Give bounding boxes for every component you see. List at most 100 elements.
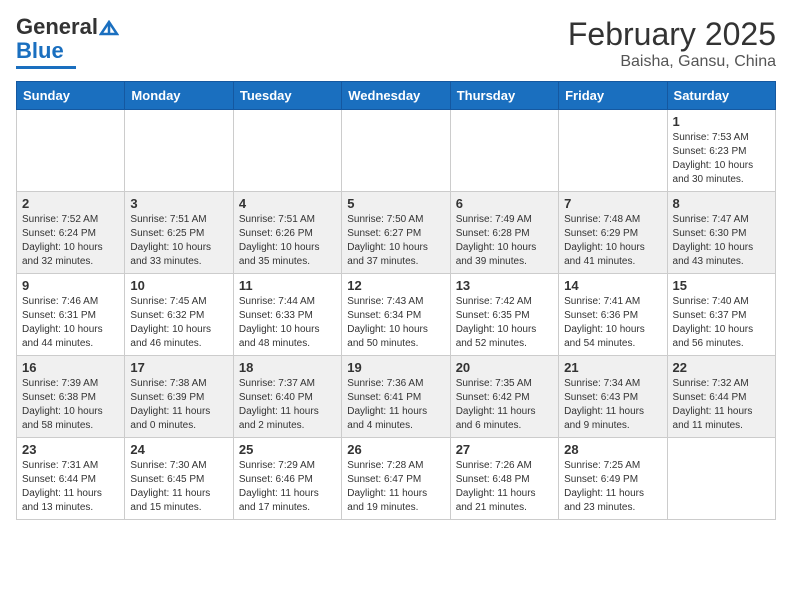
- day-number: 5: [347, 196, 444, 211]
- day-info: Sunrise: 7:45 AM Sunset: 6:32 PM Dayligh…: [130, 295, 227, 351]
- day-info: Sunrise: 7:39 AM Sunset: 6:38 PM Dayligh…: [22, 377, 119, 433]
- calendar-cell: 18 Sunrise: 7:37 AM Sunset: 6:40 PM Dayli…: [233, 356, 341, 438]
- calendar-cell: 11 Sunrise: 7:44 AM Sunset: 6:33 PM Dayli…: [233, 274, 341, 356]
- day-number: 14: [564, 278, 661, 293]
- calendar-cell: 8 Sunrise: 7:47 AM Sunset: 6:30 PM Daylig…: [667, 192, 775, 274]
- calendar-cell: 16 Sunrise: 7:39 AM Sunset: 6:38 PM Dayli…: [17, 356, 125, 438]
- day-number: 20: [456, 360, 553, 375]
- calendar-cell: 12 Sunrise: 7:43 AM Sunset: 6:34 PM Dayli…: [342, 274, 450, 356]
- day-info: Sunrise: 7:26 AM Sunset: 6:48 PM Dayligh…: [456, 459, 553, 515]
- calendar-cell: 5 Sunrise: 7:50 AM Sunset: 6:27 PM Daylig…: [342, 192, 450, 274]
- calendar-cell: 13 Sunrise: 7:42 AM Sunset: 6:35 PM Dayli…: [450, 274, 558, 356]
- calendar-cell: 17 Sunrise: 7:38 AM Sunset: 6:39 PM Dayli…: [125, 356, 233, 438]
- weekday-header-monday: Monday: [125, 82, 233, 110]
- day-info: Sunrise: 7:38 AM Sunset: 6:39 PM Dayligh…: [130, 377, 227, 433]
- logo-blue: Blue: [16, 38, 64, 63]
- day-info: Sunrise: 7:51 AM Sunset: 6:25 PM Dayligh…: [130, 213, 227, 269]
- logo-general: General: [16, 14, 98, 39]
- day-info: Sunrise: 7:52 AM Sunset: 6:24 PM Dayligh…: [22, 213, 119, 269]
- day-number: 8: [673, 196, 770, 211]
- weekday-header-thursday: Thursday: [450, 82, 558, 110]
- day-number: 16: [22, 360, 119, 375]
- week-row-5: 23 Sunrise: 7:31 AM Sunset: 6:44 PM Dayli…: [17, 438, 776, 520]
- day-number: 17: [130, 360, 227, 375]
- calendar-cell: 20 Sunrise: 7:35 AM Sunset: 6:42 PM Dayli…: [450, 356, 558, 438]
- calendar-cell: [342, 110, 450, 192]
- day-number: 7: [564, 196, 661, 211]
- page-header: General Blue February 2025 Baisha, Gansu…: [16, 16, 776, 71]
- calendar-cell: 25Sunrise: 7:29 AM Sunset: 6:46 PM Dayli…: [233, 438, 341, 520]
- day-number: 1: [673, 114, 770, 129]
- weekday-header-tuesday: Tuesday: [233, 82, 341, 110]
- calendar-cell: 3 Sunrise: 7:51 AM Sunset: 6:25 PM Daylig…: [125, 192, 233, 274]
- day-number: 15: [673, 278, 770, 293]
- day-info: Sunrise: 7:37 AM Sunset: 6:40 PM Dayligh…: [239, 377, 336, 433]
- calendar-cell: 28Sunrise: 7:25 AM Sunset: 6:49 PM Dayli…: [559, 438, 667, 520]
- calendar-cell: 19Sunrise: 7:36 AM Sunset: 6:41 PM Dayli…: [342, 356, 450, 438]
- calendar-cell: 9Sunrise: 7:46 AM Sunset: 6:31 PM Daylig…: [17, 274, 125, 356]
- calendar-cell: 23 Sunrise: 7:31 AM Sunset: 6:44 PM Dayli…: [17, 438, 125, 520]
- week-row-2: 2Sunrise: 7:52 AM Sunset: 6:24 PM Daylig…: [17, 192, 776, 274]
- calendar-title: February 2025: [568, 16, 776, 53]
- day-number: 27: [456, 442, 553, 457]
- day-number: 13: [456, 278, 553, 293]
- calendar-cell: 15 Sunrise: 7:40 AM Sunset: 6:37 PM Dayli…: [667, 274, 775, 356]
- calendar-cell: 14 Sunrise: 7:41 AM Sunset: 6:36 PM Dayli…: [559, 274, 667, 356]
- day-number: 4: [239, 196, 336, 211]
- day-number: 24: [130, 442, 227, 457]
- day-number: 3: [130, 196, 227, 211]
- day-info: Sunrise: 7:44 AM Sunset: 6:33 PM Dayligh…: [239, 295, 336, 351]
- day-info: Sunrise: 7:32 AM Sunset: 6:44 PM Dayligh…: [673, 377, 770, 433]
- day-info: Sunrise: 7:40 AM Sunset: 6:37 PM Dayligh…: [673, 295, 770, 351]
- day-info: Sunrise: 7:43 AM Sunset: 6:34 PM Dayligh…: [347, 295, 444, 351]
- day-info: Sunrise: 7:41 AM Sunset: 6:36 PM Dayligh…: [564, 295, 661, 351]
- day-info: Sunrise: 7:42 AM Sunset: 6:35 PM Dayligh…: [456, 295, 553, 351]
- weekday-header-saturday: Saturday: [667, 82, 775, 110]
- week-row-4: 16 Sunrise: 7:39 AM Sunset: 6:38 PM Dayli…: [17, 356, 776, 438]
- calendar-cell: 1Sunrise: 7:53 AM Sunset: 6:23 PM Daylig…: [667, 110, 775, 192]
- day-number: 22: [673, 360, 770, 375]
- calendar-cell: 10 Sunrise: 7:45 AM Sunset: 6:32 PM Dayli…: [125, 274, 233, 356]
- calendar-cell: 7Sunrise: 7:48 AM Sunset: 6:29 PM Daylig…: [559, 192, 667, 274]
- calendar-cell: 26Sunrise: 7:28 AM Sunset: 6:47 PM Dayli…: [342, 438, 450, 520]
- logo-text: General: [16, 16, 119, 38]
- day-number: 23: [22, 442, 119, 457]
- title-block: February 2025 Baisha, Gansu, China: [568, 16, 776, 71]
- day-number: 12: [347, 278, 444, 293]
- weekday-header-wednesday: Wednesday: [342, 82, 450, 110]
- day-info: Sunrise: 7:35 AM Sunset: 6:42 PM Dayligh…: [456, 377, 553, 433]
- calendar-table: SundayMondayTuesdayWednesdayThursdayFrid…: [16, 81, 776, 520]
- day-info: Sunrise: 7:34 AM Sunset: 6:43 PM Dayligh…: [564, 377, 661, 433]
- day-info: Sunrise: 7:46 AM Sunset: 6:31 PM Dayligh…: [22, 295, 119, 351]
- day-number: 6: [456, 196, 553, 211]
- calendar-cell: [667, 438, 775, 520]
- day-number: 18: [239, 360, 336, 375]
- logo-icon: [99, 20, 119, 36]
- day-info: Sunrise: 7:36 AM Sunset: 6:41 PM Dayligh…: [347, 377, 444, 433]
- day-info: Sunrise: 7:31 AM Sunset: 6:44 PM Dayligh…: [22, 459, 119, 515]
- logo-underline: [16, 66, 76, 69]
- calendar-cell: [450, 110, 558, 192]
- day-info: Sunrise: 7:47 AM Sunset: 6:30 PM Dayligh…: [673, 213, 770, 269]
- calendar-cell: 22 Sunrise: 7:32 AM Sunset: 6:44 PM Dayli…: [667, 356, 775, 438]
- day-number: 28: [564, 442, 661, 457]
- calendar-cell: 2Sunrise: 7:52 AM Sunset: 6:24 PM Daylig…: [17, 192, 125, 274]
- calendar-cell: 6 Sunrise: 7:49 AM Sunset: 6:28 PM Daylig…: [450, 192, 558, 274]
- day-info: Sunrise: 7:30 AM Sunset: 6:45 PM Dayligh…: [130, 459, 227, 515]
- calendar-cell: 27 Sunrise: 7:26 AM Sunset: 6:48 PM Dayli…: [450, 438, 558, 520]
- calendar-subtitle: Baisha, Gansu, China: [568, 53, 776, 71]
- day-info: Sunrise: 7:50 AM Sunset: 6:27 PM Dayligh…: [347, 213, 444, 269]
- calendar-cell: [125, 110, 233, 192]
- logo: General Blue: [16, 16, 119, 69]
- day-number: 11: [239, 278, 336, 293]
- week-row-3: 9Sunrise: 7:46 AM Sunset: 6:31 PM Daylig…: [17, 274, 776, 356]
- day-info: Sunrise: 7:29 AM Sunset: 6:46 PM Dayligh…: [239, 459, 336, 515]
- day-info: Sunrise: 7:28 AM Sunset: 6:47 PM Dayligh…: [347, 459, 444, 515]
- calendar-cell: 24 Sunrise: 7:30 AM Sunset: 6:45 PM Dayli…: [125, 438, 233, 520]
- day-number: 10: [130, 278, 227, 293]
- day-info: Sunrise: 7:49 AM Sunset: 6:28 PM Dayligh…: [456, 213, 553, 269]
- calendar-cell: [17, 110, 125, 192]
- week-row-1: 1Sunrise: 7:53 AM Sunset: 6:23 PM Daylig…: [17, 110, 776, 192]
- day-number: 21: [564, 360, 661, 375]
- calendar-cell: 21 Sunrise: 7:34 AM Sunset: 6:43 PM Dayli…: [559, 356, 667, 438]
